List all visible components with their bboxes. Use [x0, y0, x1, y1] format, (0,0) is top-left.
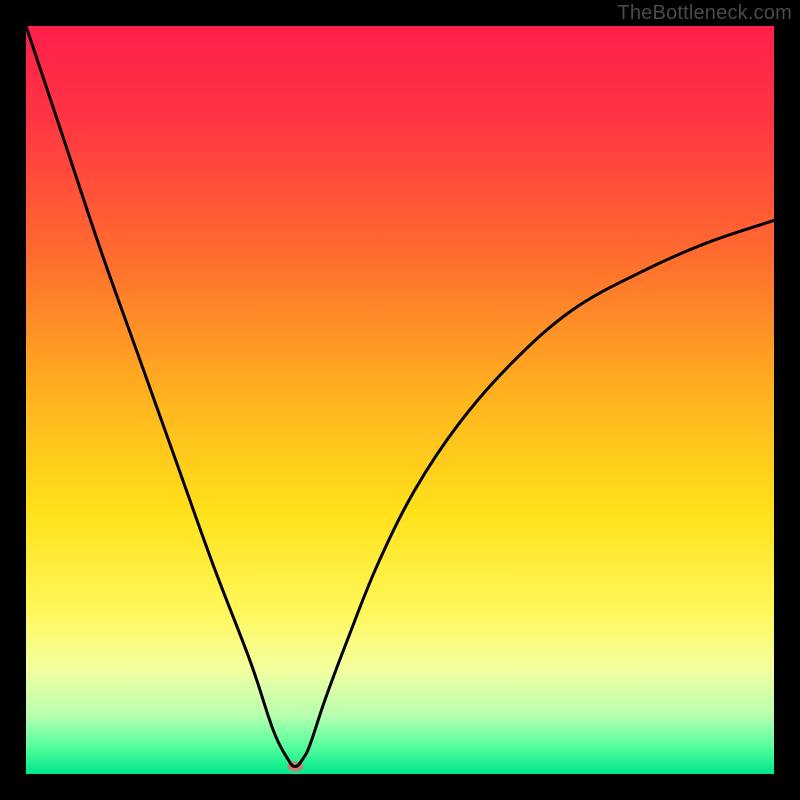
chart-svg: [26, 26, 774, 774]
watermark-text: TheBottleneck.com: [617, 2, 792, 25]
plot-area: [26, 26, 774, 774]
chart-frame: TheBottleneck.com: [0, 0, 800, 800]
gradient-background: [26, 26, 774, 774]
